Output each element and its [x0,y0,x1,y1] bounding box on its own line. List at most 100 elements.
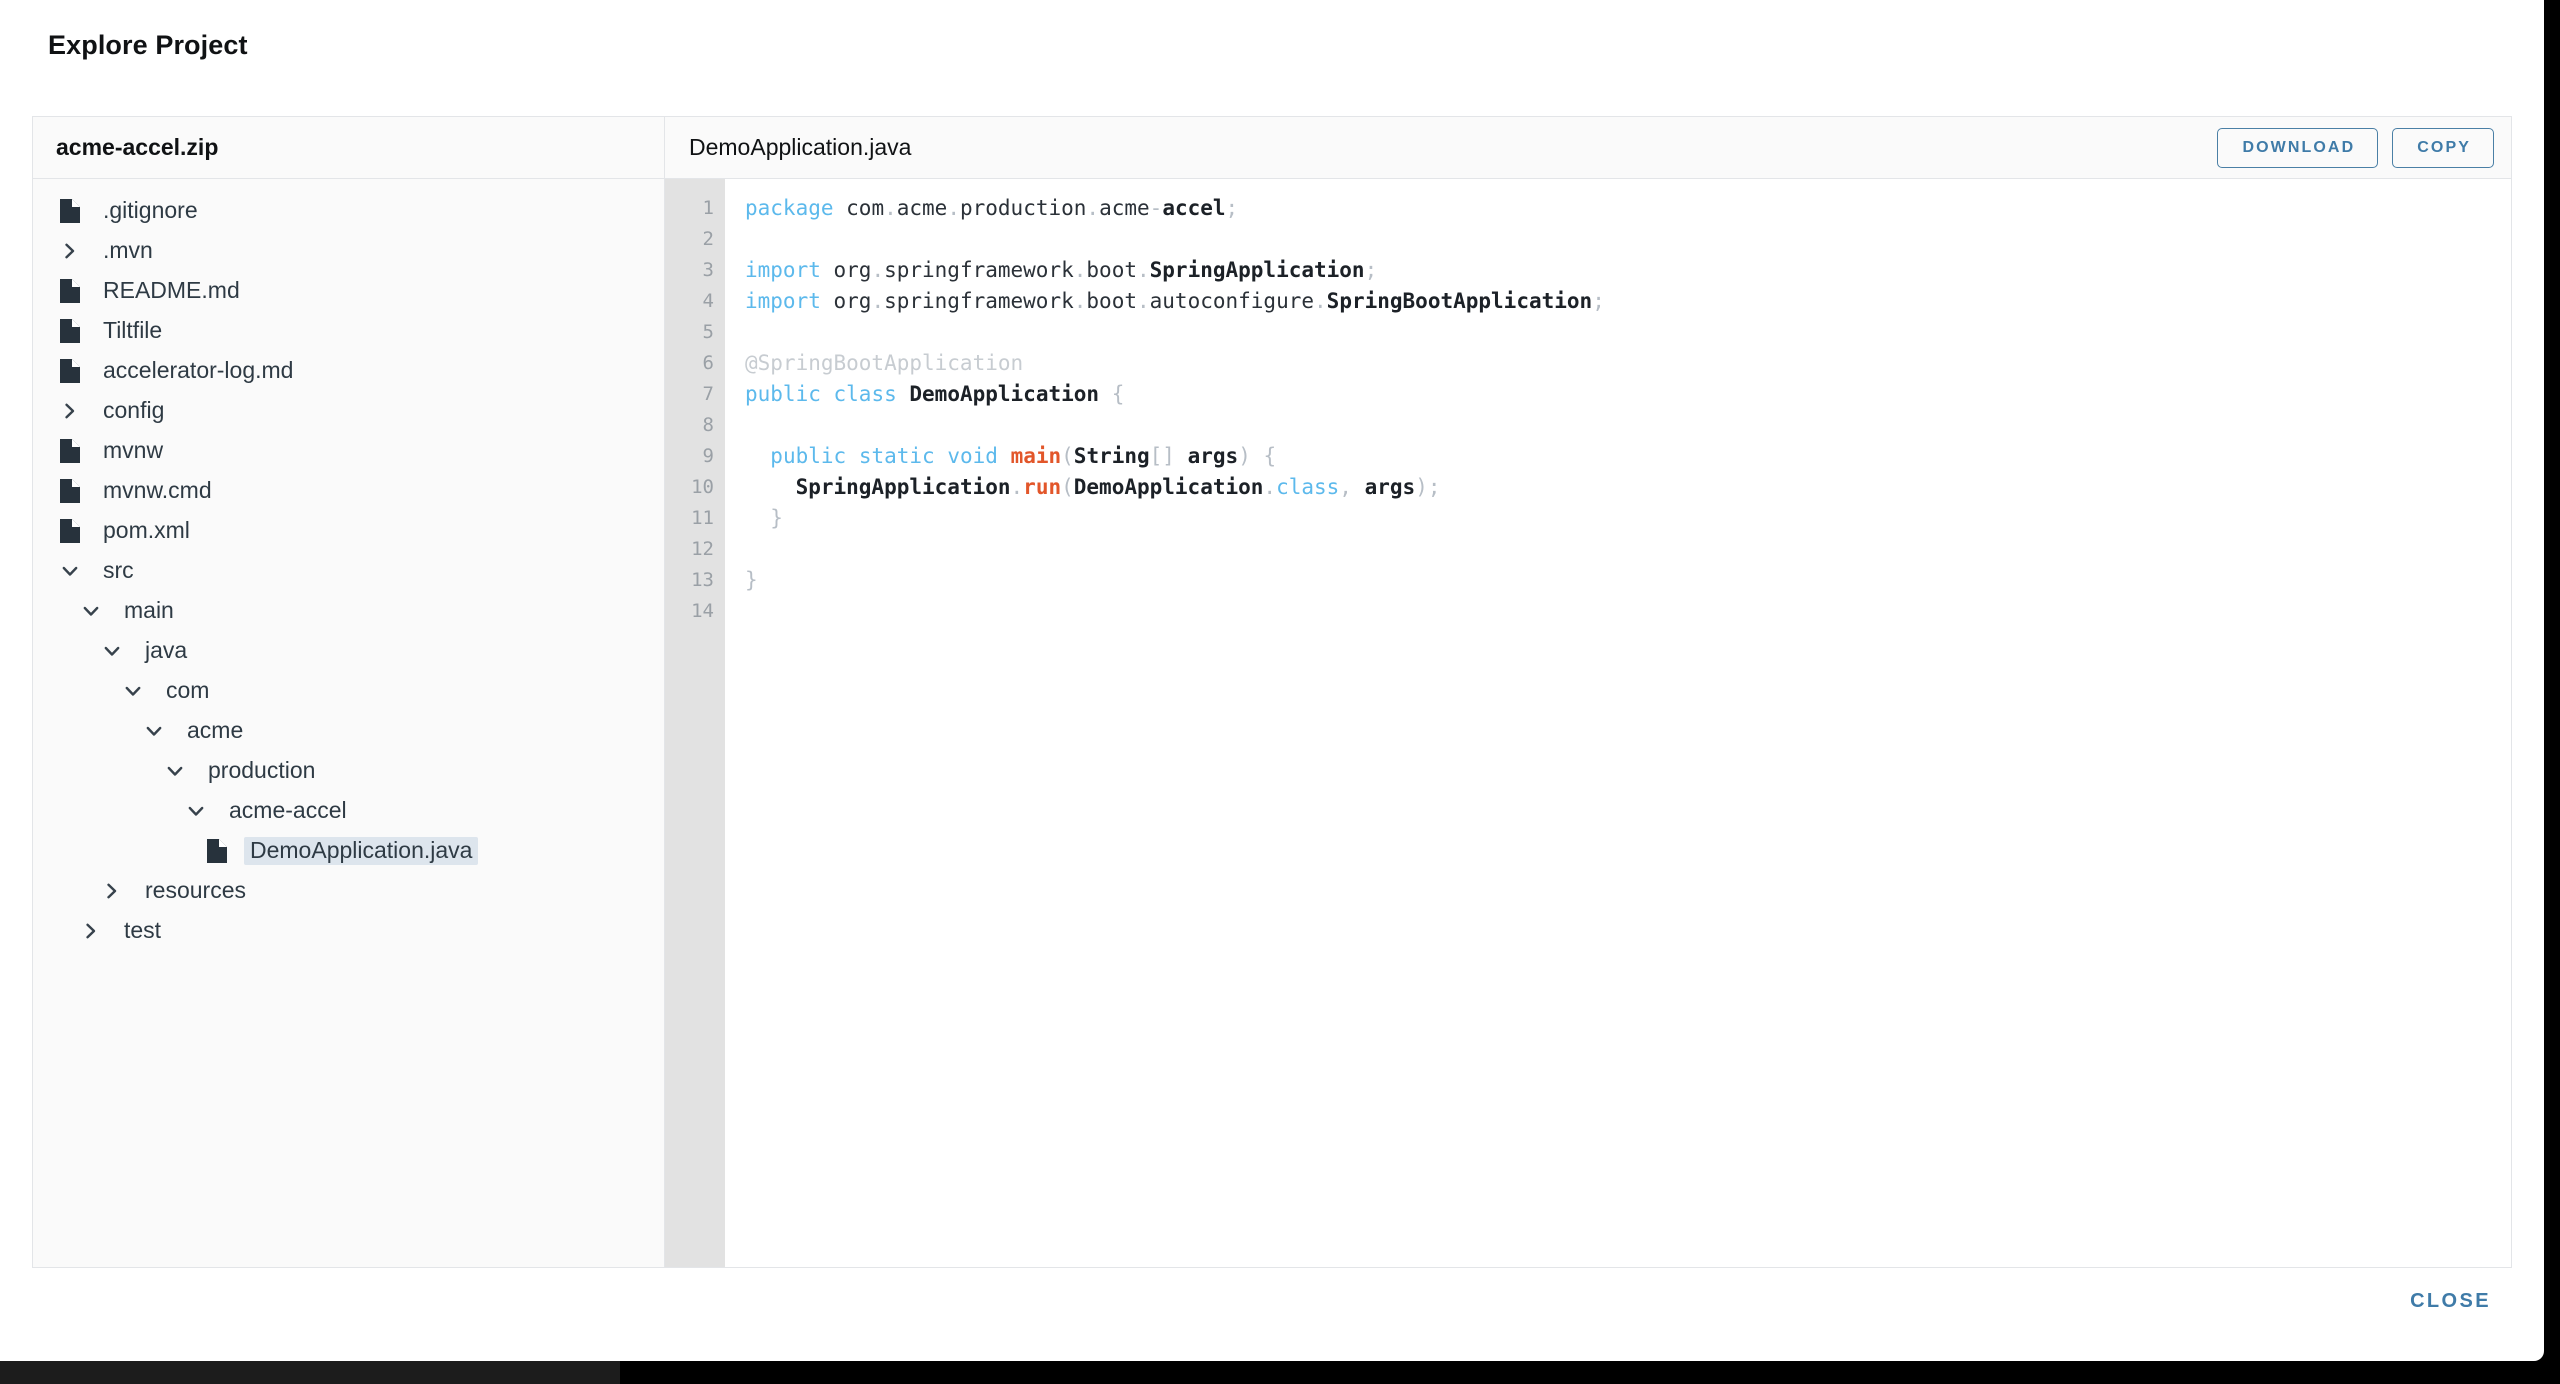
chevron-right-icon[interactable] [78,923,104,939]
code-token: SpringApplication [1149,258,1365,282]
line-number: 3 [702,259,714,281]
code-line: public static void main(String[] args) { [745,441,2511,472]
chevron-right-icon[interactable] [57,243,83,259]
code-token: ) [1238,444,1251,468]
copy-button[interactable]: COPY [2392,127,2494,168]
file-tree[interactable]: .gitignore .mvn README.md Tiltfile accelerat… [33,179,664,1267]
code-token: boot [1086,289,1137,313]
code-token: } [745,568,758,592]
tree-item-mvnw-cmd[interactable]: mvnw.cmd [33,471,664,511]
tree-item-label: .mvn [103,237,153,263]
code-token: run [1023,475,1062,499]
tree-item-production[interactable]: production [33,751,664,791]
tree-item-java[interactable]: java [33,631,664,671]
code-token: ; [1427,475,1441,499]
tree-item-gitignore[interactable]: .gitignore [33,191,664,231]
tree-item-label: accelerator-log.md [103,357,294,383]
code-line: import org.springframework.boot.SpringAp… [745,255,2511,286]
tree-item-resources[interactable]: resources [33,871,664,911]
chevron-right-icon[interactable] [57,403,83,419]
code-token: . [884,196,897,220]
tree-item-acme[interactable]: acme [33,711,664,751]
bottom-strip-segment [0,1361,620,1384]
tree-item-accelerator-log-md[interactable]: accelerator-log.md [33,351,664,391]
line-number: 14 [691,600,714,622]
line-number: 13 [691,569,714,591]
code-token: . [1136,289,1150,313]
code-line: @SpringBootApplication [745,348,2511,379]
tree-item-main[interactable]: main [33,591,664,631]
tree-item-tiltfile[interactable]: Tiltfile [33,311,664,351]
code-token: , [1339,475,1352,499]
code-token: . [1073,258,1087,282]
chevron-down-icon[interactable] [141,723,167,739]
line-number: 9 [702,445,714,467]
chevron-right-icon[interactable] [99,883,125,899]
code-token: acme [1099,196,1150,220]
screen: Explore Project acme-accel.zip .gitignor… [0,0,2560,1384]
file-tree-pane: acme-accel.zip .gitignore .mvn README.md Ti… [33,117,665,1267]
tree-item-label: mvnw [103,437,164,463]
line-number: 1 [702,197,714,219]
chevron-down-icon[interactable] [99,643,125,659]
code-token: acme [896,196,948,220]
code-token: static [858,444,935,468]
code-token: { [1111,382,1125,406]
code-token: SpringBootApplication [1326,289,1593,313]
code-token: public [770,444,847,468]
code-token: DemoApplication [909,382,1100,406]
code-token: ; [1364,258,1378,282]
file-icon [57,199,83,223]
code-token: . [1010,475,1024,499]
tree-item-config[interactable]: config [33,391,664,431]
file-icon [204,839,230,863]
page-title: Explore Project [48,30,248,60]
tree-item-pom-xml[interactable]: pom.xml [33,511,664,551]
code-line: import org.springframework.boot.autoconf… [745,286,2511,317]
chevron-down-icon[interactable] [57,563,83,579]
code-content[interactable]: package com.acme.production.acme-accel; … [725,179,2511,1267]
tree-item-readme-md[interactable]: README.md [33,271,664,311]
tree-item-demoapplication-java[interactable]: DemoApplication.java [33,831,664,871]
chevron-down-icon[interactable] [120,683,146,699]
file-icon [57,479,83,503]
tree-item-label: pom.xml [103,517,190,543]
code-body: 1 2 3 4 5 6 7 8 9 10 11 12 13 14 package com.acme.pro… [665,179,2511,1267]
chevron-down-icon[interactable] [183,803,209,819]
archive-name-header: acme-accel.zip [33,117,664,179]
code-token: accel [1162,196,1226,220]
tree-item-acme-accel[interactable]: acme-accel [33,791,664,831]
tree-item-com[interactable]: com [33,671,664,711]
line-number: 2 [702,228,714,250]
code-line: package com.acme.production.acme-accel; [745,193,2511,224]
tree-item-src[interactable]: src [33,551,664,591]
code-line: SpringApplication.run(DemoApplication.cl… [745,472,2511,503]
code-token: import [745,258,821,282]
download-button[interactable]: DOWNLOAD [2217,127,2379,168]
code-token: . [947,196,960,220]
project-explorer: acme-accel.zip .gitignore .mvn README.md Ti… [32,116,2512,1268]
tree-item-label: acme-accel [229,797,347,823]
tree-item-mvnw[interactable]: mvnw [33,431,664,471]
code-token: . [1263,475,1277,499]
code-line: } [745,503,2511,534]
code-token: . [871,289,885,313]
tree-item-label: config [103,397,165,423]
chevron-down-icon[interactable] [162,763,188,779]
code-token: args [1187,444,1239,468]
tree-item-mvn[interactable]: .mvn [33,231,664,271]
code-token: ( [1061,475,1074,499]
code-viewer-pane: DemoApplication.java DOWNLOAD COPY 12345… [665,117,2511,1267]
chevron-down-icon[interactable] [78,603,104,619]
tree-item-test[interactable]: test [33,911,664,951]
close-button[interactable]: CLOSE [2404,1289,2497,1314]
